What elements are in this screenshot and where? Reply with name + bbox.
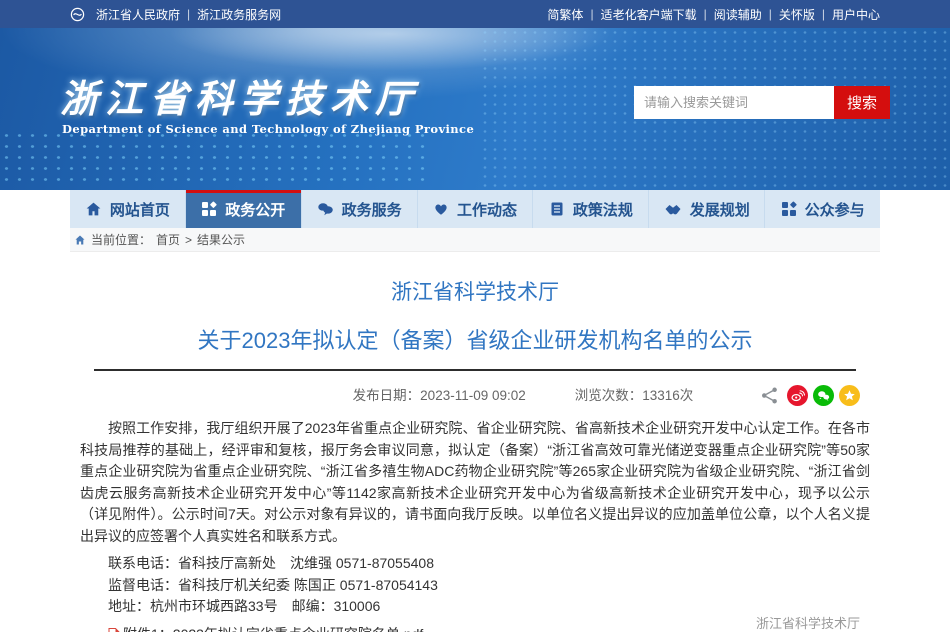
chat-bubbles-icon: [317, 201, 334, 218]
share-icon[interactable]: [760, 386, 779, 405]
breadcrumb-bar: 当前位置： 首页 > 结果公示: [0, 228, 950, 252]
separator: |: [590, 7, 593, 21]
breadcrumb-prefix: 当前位置：: [91, 231, 151, 248]
breadcrumb-separator: >: [185, 233, 192, 247]
site-logo-title: 浙江省科学技术厅: [60, 68, 420, 123]
share-toolbar: [760, 385, 860, 406]
link-provincial-government[interactable]: 浙江省人民政府: [96, 6, 180, 23]
breadcrumb-home-icon: [74, 234, 86, 246]
link-gov-service-net[interactable]: 浙江政务服务网: [197, 6, 281, 23]
wechat-share-icon[interactable]: [813, 385, 834, 406]
link-user-center[interactable]: 用户中心: [832, 6, 880, 23]
contact-info: 联系电话：省科技厅高新处 沈维强 0571-87055408 监督电话：省科技厅…: [108, 553, 870, 618]
article-paragraph: 按照工作安排，我厅组织开展了2023年省重点企业研究院、省企业研究院、省高新技术…: [80, 418, 870, 547]
attachment-link-1[interactable]: 附件1：2023年拟认定省重点企业研究院名单.pdf: [123, 624, 423, 632]
nav-item-gov-services[interactable]: 政务服务: [302, 190, 418, 228]
main-navigation: 网站首页 政务公开 政务服务 工作动态 政策法规: [0, 190, 950, 228]
article-meta: 发布日期：2023-11-09 09:02 浏览次数：13316次: [80, 384, 870, 408]
nav-item-public-participation[interactable]: 公众参与: [765, 190, 880, 228]
heart-icon: [433, 201, 449, 217]
nav-item-work-dynamics[interactable]: 工作动态: [418, 190, 534, 228]
nav-item-policies-regulations[interactable]: 政策法规: [533, 190, 649, 228]
nav-label: 网站首页: [110, 199, 170, 220]
nav-label: 政务服务: [342, 199, 402, 220]
search-button[interactable]: 搜索: [834, 86, 890, 119]
separator: |: [769, 7, 772, 21]
nav-item-development-planning[interactable]: 发展规划: [649, 190, 765, 228]
separator: |: [704, 7, 707, 21]
weibo-share-icon[interactable]: [787, 385, 808, 406]
publish-date: 发布日期：2023-11-09 09:02: [353, 384, 526, 408]
site-banner: 浙江省科学技术厅 Department of Science and Techn…: [0, 28, 950, 190]
nav-label: 政务公开: [225, 199, 285, 220]
nav-label: 政策法规: [573, 199, 633, 220]
nav-item-home[interactable]: 网站首页: [70, 190, 186, 228]
separator: |: [187, 7, 190, 21]
public-participation-icon: [781, 201, 797, 217]
nav-label: 工作动态: [457, 199, 517, 220]
document-icon: [549, 201, 565, 217]
site-logo-subtitle-en: Department of Science and Technology of …: [62, 122, 474, 136]
breadcrumb: 当前位置： 首页 > 结果公示: [70, 228, 880, 252]
topbar: 浙江省人民政府 | 浙江政务服务网 简繁体 | 适老化客户端下载 | 阅读辅助 …: [0, 0, 950, 28]
nav-label: 公众参与: [805, 199, 865, 220]
zhejiang-gov-icon: [70, 7, 85, 22]
link-care-version[interactable]: 关怀版: [779, 6, 815, 23]
contact-phone: 联系电话：省科技厅高新处 沈维强 0571-87055408: [108, 553, 870, 575]
handshake-icon: [664, 201, 682, 217]
home-icon: [85, 201, 102, 218]
search-input[interactable]: [634, 86, 834, 119]
link-reading-assist[interactable]: 阅读辅助: [714, 6, 762, 23]
article-title-department: 浙江省科学技术厅: [80, 276, 870, 306]
link-simplified-traditional[interactable]: 简繁体: [547, 6, 583, 23]
supervision-phone: 监督电话：省科技厅机关纪委 陈国正 0571-87054143: [108, 575, 870, 597]
qzone-share-icon[interactable]: [839, 385, 860, 406]
title-divider: [94, 369, 856, 371]
pdf-icon: [108, 628, 120, 632]
view-count: 浏览次数：13316次: [575, 384, 694, 408]
article-content: 浙江省科学技术厅 关于2023年拟认定（备案）省级企业研发机构名单的公示 发布日…: [80, 252, 870, 632]
article-title-main: 关于2023年拟认定（备案）省级企业研发机构名单的公示: [80, 323, 870, 355]
gov-disclosure-icon: [201, 201, 217, 217]
breadcrumb-link-current[interactable]: 结果公示: [197, 231, 245, 248]
search-bar: 搜索: [634, 86, 890, 119]
breadcrumb-link-home[interactable]: 首页: [156, 231, 180, 248]
nav-label: 发展规划: [690, 199, 750, 220]
article-signature: 浙江省科学技术厅: [756, 613, 860, 632]
link-elderly-client-download[interactable]: 适老化客户端下载: [601, 6, 697, 23]
separator: |: [822, 7, 825, 21]
nav-item-gov-disclosure[interactable]: 政务公开: [186, 190, 302, 228]
